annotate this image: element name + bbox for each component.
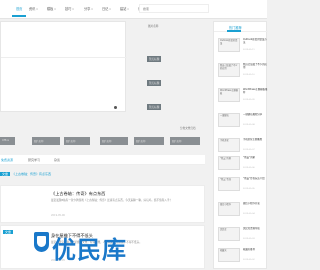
strip-label: 图片名称 [136,140,146,143]
slide-caption[interactable]: 暂无标题 [147,80,162,86]
sidebar-item-title[interactable]: “我云”传奇玩法介绍 [243,177,268,180]
sidebar-item-title[interactable]: WordPress主题模板推荐 [243,88,268,94]
slide-caption[interactable]: 暂无标题 [147,104,162,110]
broken-image-icon: 一键建站 [218,113,240,127]
broken-image-icon: 图片名称 [148,25,159,28]
article-card[interactable]: 《上古卷轴：传奇》有点东西 最近发现B站有一款卡牌游戏《上古卷轴：传奇》还真有点… [0,185,205,223]
nav-item-build[interactable]: 建站▾ [120,6,129,11]
sidebar-item-title[interactable]: 优民库资源导航 [243,227,268,230]
tab-misc[interactable]: 杂谈 [54,158,60,162]
sidebar-item-title[interactable]: “我云”的家 [243,156,268,159]
slider-dot[interactable] [114,106,117,109]
sidebar-item-date: 2019-05-02 [243,259,255,261]
sidebar-item-date: 2019-05-06 [243,167,255,169]
divider [1,57,127,58]
strip-label: 图片名称 [66,140,76,143]
sidebar-item-date: 2019-05-05 [243,188,255,190]
sidebar-item[interactable]: 优民库 优民库资源导航 2019-05-03 [218,227,268,249]
chevron-down-icon: ▾ [127,8,129,11]
article-title[interactable]: 《上古卷轴：传奇》有点东西 [51,191,105,197]
category-tabs: 免费资源 研究学习 杂谈 [0,155,205,165]
sidebar-item[interactable]: 一键建站 一键建站教程分享 2019-05-08 [218,113,268,135]
strip-thumb[interactable]: 图片名称 [134,137,164,145]
sidebar-hot: 热门推荐 Outlook修复的错误 Outlook修复的错误方法 2019-05… [213,21,268,270]
sidebar-heading-label: 热门推荐 [229,26,242,30]
broken-image-icon: “我云”传奇 [218,177,240,191]
chevron-down-icon: ▾ [54,8,56,11]
strip-thumb[interactable]: 图片名称 [64,137,90,145]
nav-item-share[interactable]: 分享▾ [84,6,93,11]
hero-slider[interactable] [0,21,127,112]
nav-item-label: 分享 [84,7,91,11]
tab-free-resources[interactable]: 免费资源 [1,158,13,162]
sidebar-item[interactable]: “我云”传奇 “我云”传奇玩法介绍 2019-05-05 [218,177,268,199]
sidebar-item-date: 2019-05-03 [243,238,255,240]
sidebar-item-title[interactable]: Outlook修复的错误方法 [243,38,268,44]
nav-item-diary[interactable]: 日记▾ [102,6,111,11]
broken-image-icon: 收藏夹 [218,248,240,262]
slider-dots[interactable] [114,106,117,110]
sidebar-item-date: 2019-05-07 [243,149,255,151]
search-input[interactable] [139,4,209,13]
nav-item-label: 建站 [120,7,127,11]
category-chip[interactable]: 文章 [0,172,11,176]
nav-item-label: 日记 [102,7,109,11]
strip-thumb[interactable]: 图片名称 [170,137,200,145]
watermark-text: 优民库 [52,236,127,264]
broken-image-icon: “我云”的家 [218,156,240,170]
chevron-down-icon: ▾ [109,8,111,11]
sidebar-item[interactable]: Outlook修复的错误 Outlook修复的错误方法 2019-05-11 [218,38,268,60]
chevron-down-icon: ▾ [91,8,93,11]
strip-thumb[interactable]: 图片名称 [32,137,60,145]
slide-caption[interactable]: 暂无标题 [147,56,162,62]
top-navbar: 首页 资讯▾ 模板▾ 技巧▾ 分享▾ 日记▾ 建站▾ 商城 群聊▾ [0,0,267,19]
sidebar-item-date: 2019-05-11 [243,49,255,51]
sidebar-item-title[interactable]: 我自己加载了不少的应用 [243,63,268,69]
broken-image-icon: WordPress主题模板 [218,88,240,102]
sidebar-item-title[interactable]: 一键建站教程分享 [243,113,268,116]
sidebar-item-date: 2019-05-04 [243,213,255,215]
sidebar-item[interactable]: 微信小程序 微信小程序开发 2019-05-04 [218,202,268,224]
watermark-logo-icon [34,232,49,252]
nav-item-home[interactable]: 首页 [11,6,28,17]
category-chip[interactable]: 文章 [3,230,14,234]
sidebar-item-title[interactable]: 微信小程序开发 [243,202,268,205]
sidebar-item-date: 2019-05-08 [243,124,255,126]
strip-label: 图片名称 [102,140,112,143]
nav-item-templates[interactable]: 模板▾ [47,6,56,11]
sidebar-item[interactable]: “我云”的家 “我云”的家 2019-05-06 [218,156,268,178]
chevron-down-icon: ▾ [36,8,38,11]
strip-label: 图片名称 [172,140,182,143]
image-strip: Office 图片名称 图片名称 图片名称 图片名称 图片名称 [0,137,200,145]
sidebar-item-date: 2019-05-10 [243,74,255,76]
article-excerpt: 最近发现B站有一款卡牌游戏《上古卷轴：传奇》还真有点东西，今天来聊一聊，好玩吗，… [51,199,173,202]
strip-thumb[interactable]: 图片名称 [100,137,128,145]
nav-item-tips[interactable]: 技巧▾ [65,6,74,11]
section-link[interactable]: 分类文章归档 [180,126,196,130]
broken-image-icon: Outlook修复的错误 [218,38,240,52]
broken-image-icon: 手机美化 [218,138,240,152]
broken-image-icon: 微信小程序 [218,202,240,216]
article-date: 2019-05-06 [51,214,65,217]
nav-item-label: 资讯 [29,7,36,11]
nav-item-news[interactable]: 资讯▾ [29,6,38,11]
nav-item-label: 技巧 [65,7,72,11]
sidebar-item-title[interactable]: 手机美化主题教程 [243,138,268,141]
strip-label: Office [2,139,9,142]
nav-item-label: 模板 [47,7,54,11]
sidebar-item-date: 2019-05-09 [243,99,255,101]
broken-image-icon: 我自己加载了不少的应用 [218,63,240,77]
strip-thumb[interactable]: Office [0,137,15,145]
sidebar-heading: 热门推荐 [214,22,268,32]
tab-research[interactable]: 研究学习 [28,158,40,162]
breadcrumb[interactable]: 文章 《上古卷轴：传奇》有点东西 [0,172,51,176]
broken-image-icon: 优民库 [218,227,240,241]
sidebar-item[interactable]: 我自己加载了不少的应用 我自己加载了不少的应用 2019-05-10 [218,63,268,85]
breadcrumb-text[interactable]: 《上古卷轴：传奇》有点东西 [12,172,51,176]
sidebar-item[interactable]: WordPress主题模板 WordPress主题模板推荐 2019-05-09 [218,88,268,110]
chevron-down-icon: ▾ [72,8,74,11]
sidebar-item-title[interactable]: 收藏夹推荐 [243,248,268,251]
strip-label: 图片名称 [34,140,44,143]
sidebar-item[interactable]: 收藏夹 收藏夹推荐 2019-05-02 [218,248,268,270]
